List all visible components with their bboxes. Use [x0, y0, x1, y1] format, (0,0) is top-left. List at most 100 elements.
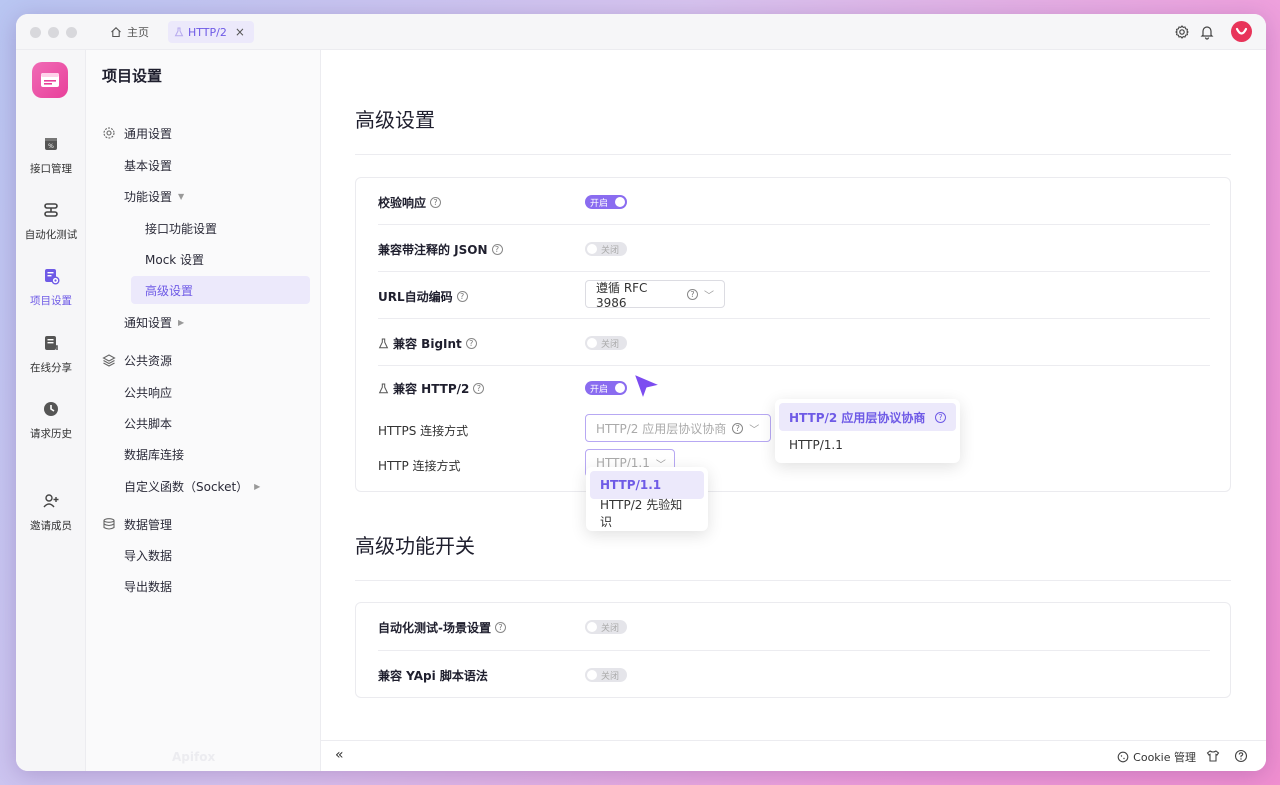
- toggle-text: 开启: [590, 384, 609, 395]
- https-conn-select[interactable]: HTTP/2 应用层协议协商 ? ﹀: [585, 414, 771, 442]
- nav-group-general[interactable]: 通用设置: [102, 119, 172, 147]
- icon-rail: % 接口管理 自动化测试 项目设置 在线分享 请求历史 邀请成员: [16, 50, 86, 771]
- close-icon[interactable]: ×: [235, 25, 245, 39]
- nav-item-advanced[interactable]: 高级设置: [145, 276, 193, 304]
- dropdown-option[interactable]: HTTP/1.1: [779, 431, 956, 459]
- dropdown-option[interactable]: HTTP/1.1: [590, 471, 704, 499]
- nav-item-mock[interactable]: Mock 设置: [145, 245, 204, 273]
- gear-icon: [103, 127, 115, 139]
- toggle-knob: [587, 622, 597, 632]
- nav-label: 通知设置: [124, 315, 173, 330]
- row-divider: [378, 224, 1210, 225]
- nav-item-import[interactable]: 导入数据: [124, 541, 172, 569]
- nav-group-data[interactable]: 数据管理: [102, 510, 172, 538]
- window-zoom-dot[interactable]: [66, 27, 77, 38]
- tab-http2-label: HTTP/2: [188, 25, 227, 39]
- collapse-sidebar-button[interactable]: «: [335, 747, 344, 763]
- shirt-icon[interactable]: [1206, 749, 1220, 763]
- rail-item-label: 邀请成员: [30, 520, 72, 532]
- toggle-knob: [615, 197, 625, 207]
- rail-item-history[interactable]: 请求历史: [16, 399, 86, 441]
- toggle-knob: [615, 383, 625, 393]
- window-minimize-dot[interactable]: [48, 27, 59, 38]
- tab-home[interactable]: 主页: [110, 22, 149, 42]
- help-icon[interactable]: ?: [494, 622, 506, 633]
- nav-group-public[interactable]: 公共资源: [102, 346, 172, 374]
- toggle-text: 关闭: [601, 671, 620, 682]
- bell-icon[interactable]: [1199, 24, 1215, 40]
- dropdown-option[interactable]: HTTP/2 应用层协议协商 ?: [779, 403, 956, 431]
- row-divider: [378, 365, 1210, 366]
- nav-item-basic[interactable]: 基本设置: [124, 151, 172, 179]
- toggle-json-comments[interactable]: 关闭: [585, 242, 627, 256]
- nav-item-custom-func[interactable]: 自定义函数（Socket） ▶: [124, 472, 260, 500]
- toggle-auto-scene[interactable]: 关闭: [585, 620, 627, 634]
- toggle-text: 开启: [590, 198, 609, 209]
- feature-switches-card: 自动化测试-场景设置 ? 关闭 兼容 YApi 脚本语法 关闭: [355, 602, 1231, 698]
- nav-item-db-conn[interactable]: 数据库连接: [124, 440, 184, 468]
- toggle-knob: [587, 670, 597, 680]
- nav-label: 公共脚本: [124, 416, 173, 431]
- nav-item-export[interactable]: 导出数据: [124, 572, 172, 600]
- help-icon[interactable]: ?: [687, 288, 698, 300]
- dropdown-option[interactable]: HTTP/2 先验知识: [590, 498, 704, 529]
- title-bar: 主页 HTTP/2 ×: [16, 14, 1266, 50]
- rail-item-label: 请求历史: [30, 428, 72, 440]
- rail-item-project-settings[interactable]: 项目设置: [16, 266, 86, 308]
- window-close-dot[interactable]: [30, 27, 41, 38]
- section-title-advanced: 高级设置: [355, 108, 435, 132]
- tab-http2[interactable]: HTTP/2 ×: [168, 21, 254, 43]
- rail-item-invite[interactable]: 邀请成员: [16, 491, 86, 533]
- rail-item-share[interactable]: 在线分享: [16, 333, 86, 375]
- logo-icon: [41, 73, 59, 87]
- cookie-manager-button[interactable]: Cookie 管理: [1117, 749, 1196, 765]
- api-icon: %: [45, 138, 57, 150]
- automation-icon: [44, 203, 58, 217]
- toggle-yapi[interactable]: 关闭: [585, 668, 627, 682]
- nav-item-notify[interactable]: 通知设置 ▶: [124, 308, 184, 336]
- avatar-glyph-icon: [1235, 27, 1248, 35]
- help-icon[interactable]: ?: [456, 291, 468, 302]
- row-url-encode: URL自动编码 ?: [378, 288, 468, 305]
- toggle-http2[interactable]: 开启: [585, 381, 627, 395]
- database-icon: [103, 518, 115, 530]
- row-label: 校验响应: [378, 196, 427, 210]
- avatar[interactable]: [1231, 21, 1252, 42]
- help-icon[interactable]: ?: [491, 244, 503, 255]
- toggle-knob: [587, 338, 597, 348]
- help-icon[interactable]: ?: [732, 422, 744, 434]
- http-conn-dropdown: HTTP/1.1 HTTP/2 先验知识: [586, 467, 708, 531]
- toggle-bigint[interactable]: 关闭: [585, 336, 627, 350]
- toggle-validate-response[interactable]: 开启: [585, 195, 627, 209]
- rail-item-label: 项目设置: [30, 295, 72, 307]
- svg-text:%: %: [48, 143, 54, 150]
- history-icon: [44, 402, 58, 416]
- toggle-knob: [587, 244, 597, 254]
- row-json-comments: 兼容带注释的 JSON ?: [378, 241, 503, 258]
- gear-icon[interactable]: [1174, 24, 1190, 40]
- nav-label: 导入数据: [124, 548, 173, 563]
- row-auto-scene: 自动化测试-场景设置 ?: [378, 619, 506, 636]
- row-label: 兼容 HTTP/2: [393, 382, 470, 396]
- help-icon[interactable]: ?: [465, 338, 477, 349]
- apifox-watermark: Apifox: [172, 750, 216, 764]
- nav-label: 高级设置: [145, 283, 194, 298]
- help-icon[interactable]: ?: [430, 197, 442, 208]
- nav-label: Mock 设置: [145, 252, 205, 267]
- option-label: HTTP/2 先验知识: [600, 498, 683, 529]
- nav-item-features[interactable]: 功能设置 ▼: [124, 182, 184, 210]
- rail-item-automation[interactable]: 自动化测试: [16, 200, 86, 242]
- flask-icon: [378, 383, 389, 394]
- nav-item-public-script[interactable]: 公共脚本: [124, 409, 172, 437]
- row-divider: [378, 318, 1210, 319]
- nav-item-public-response[interactable]: 公共响应: [124, 378, 172, 406]
- row-yapi: 兼容 YApi 脚本语法: [378, 667, 488, 684]
- rail-item-api[interactable]: % 接口管理: [16, 134, 86, 176]
- help-icon[interactable]: ?: [473, 383, 485, 394]
- help-circle-icon[interactable]: [1234, 749, 1248, 763]
- help-icon[interactable]: ?: [935, 411, 946, 423]
- nav-label: 接口功能设置: [145, 221, 218, 236]
- row-divider: [378, 650, 1210, 651]
- url-encode-select[interactable]: 遵循 RFC 3986 ? ﹀: [585, 280, 725, 310]
- nav-item-api-features[interactable]: 接口功能设置: [145, 214, 217, 242]
